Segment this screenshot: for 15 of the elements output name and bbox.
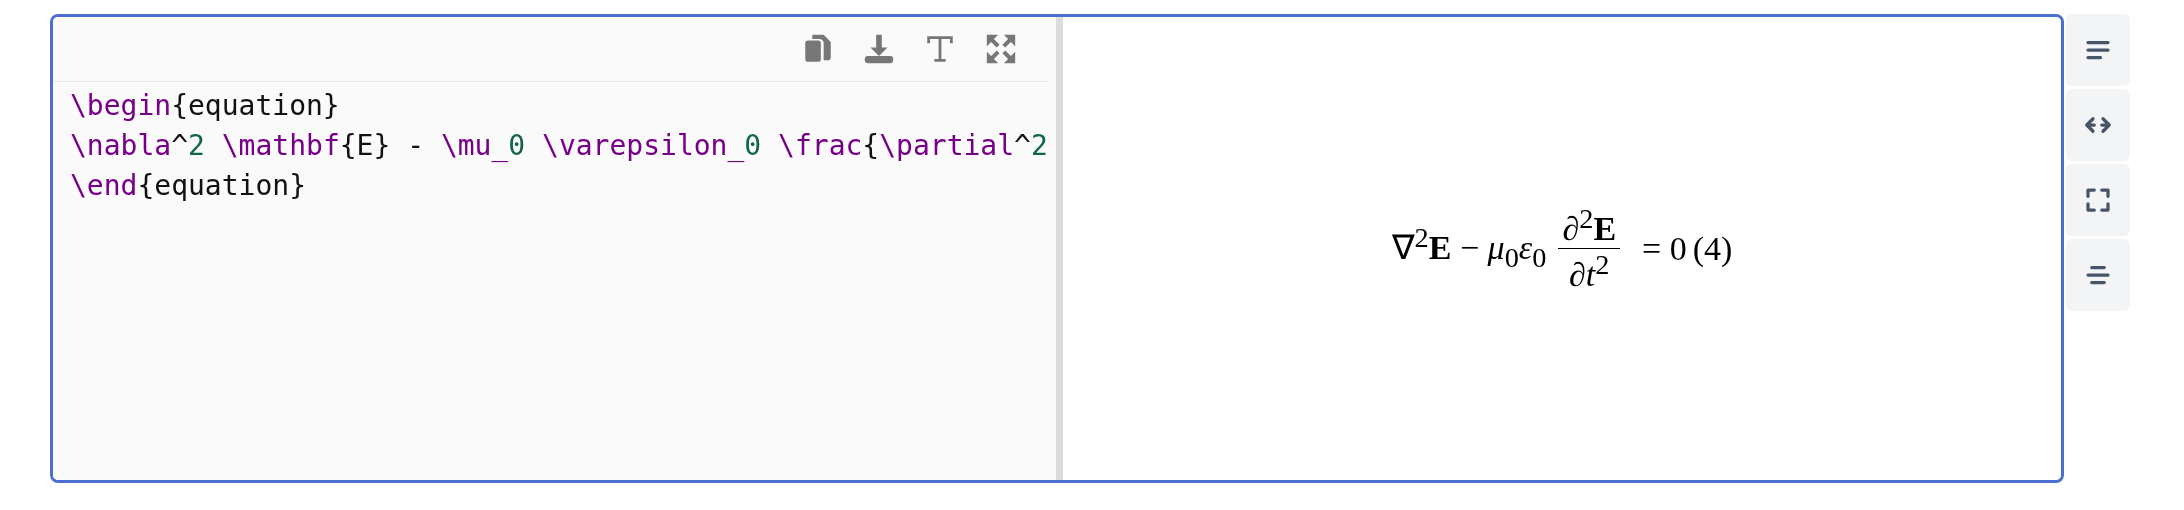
code-line: \begin{equation} bbox=[70, 88, 340, 124]
math-expression: ∇$^{2}$E − μ$_{0}$ε$_{0}$ bbox=[1391, 222, 1547, 275]
align-center-button[interactable] bbox=[2066, 239, 2130, 311]
equation-result: = 0 bbox=[1642, 229, 1687, 268]
width-button[interactable] bbox=[2066, 89, 2130, 161]
expand-icon[interactable] bbox=[984, 32, 1018, 66]
fullscreen-icon bbox=[2083, 185, 2113, 215]
align-left-button[interactable] bbox=[2066, 14, 2130, 86]
code-line: \end{equation} bbox=[70, 168, 306, 204]
fraction-denominator: ∂t$^{2}$ bbox=[1568, 249, 1611, 295]
code-line: \nabla^2 \mathbf{E} - \mu_0 \varepsilon_0 \frac{\partial^2 bbox=[70, 128, 1048, 164]
download-icon[interactable] bbox=[862, 32, 896, 66]
equation-number: (4) bbox=[1692, 229, 1733, 268]
fraction-numerator: ∂$^{2}$E bbox=[1558, 202, 1621, 249]
fullscreen-button[interactable] bbox=[2066, 164, 2130, 236]
